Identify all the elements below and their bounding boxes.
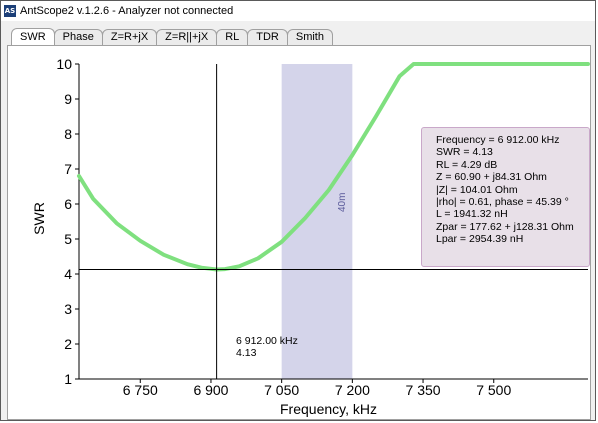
y-tick-label: 2 <box>64 336 72 352</box>
info-z: Z = 60.90 + j84.31 Ohm <box>436 171 547 184</box>
band-40m <box>281 64 353 379</box>
cursor-readout: 6 912.00 kHz 4.13 <box>236 335 298 360</box>
info-l: L = 1941.32 nH <box>436 208 508 221</box>
y-tick-label: 8 <box>64 126 72 142</box>
info-lpar: Lpar = 2954.39 nH <box>436 233 524 246</box>
y-tick-label: 6 <box>64 196 72 212</box>
band-label: 40m <box>337 192 348 212</box>
x-tick-label: 7 500 <box>476 382 511 398</box>
info-rl: RL = 4.29 dB <box>436 158 498 171</box>
y-tick-label: 4 <box>64 266 72 282</box>
x-tick-label: 7 050 <box>264 382 299 398</box>
cursor-frequency: 6 912.00 kHz <box>236 335 298 347</box>
info-z-abs: |Z| = 104.01 Ohm <box>436 183 518 196</box>
x-tick-label: 7 350 <box>406 382 441 398</box>
y-tick-label: 7 <box>64 161 72 177</box>
cursor-swr: 4.13 <box>236 347 257 360</box>
y-tick-label: 3 <box>64 301 72 317</box>
y-tick-label: 9 <box>64 91 72 107</box>
x-tick-label: 6 900 <box>193 382 228 398</box>
info-swr: SWR = 4.13 <box>436 146 493 159</box>
info-rho: |rho| = 0.61, phase = 45.39 ° <box>436 196 569 209</box>
info-frequency: Frequency = 6 912.00 kHz <box>436 134 560 146</box>
x-tick-label: 6 750 <box>123 382 158 398</box>
x-axis-label: Frequency, kHz <box>280 401 377 417</box>
x-tick-label: 7 200 <box>335 382 370 398</box>
y-axis-label: SWR <box>31 202 47 235</box>
info-zpar: Zpar = 177.62 + j128.31 Ohm <box>436 220 574 233</box>
y-tick-label: 1 <box>64 371 72 387</box>
measurement-info-box: Frequency = 6 912.00 kHz SWR = 4.13 RL =… <box>421 127 590 267</box>
y-tick-label: 5 <box>64 231 72 247</box>
y-tick-label: 10 <box>56 56 72 72</box>
